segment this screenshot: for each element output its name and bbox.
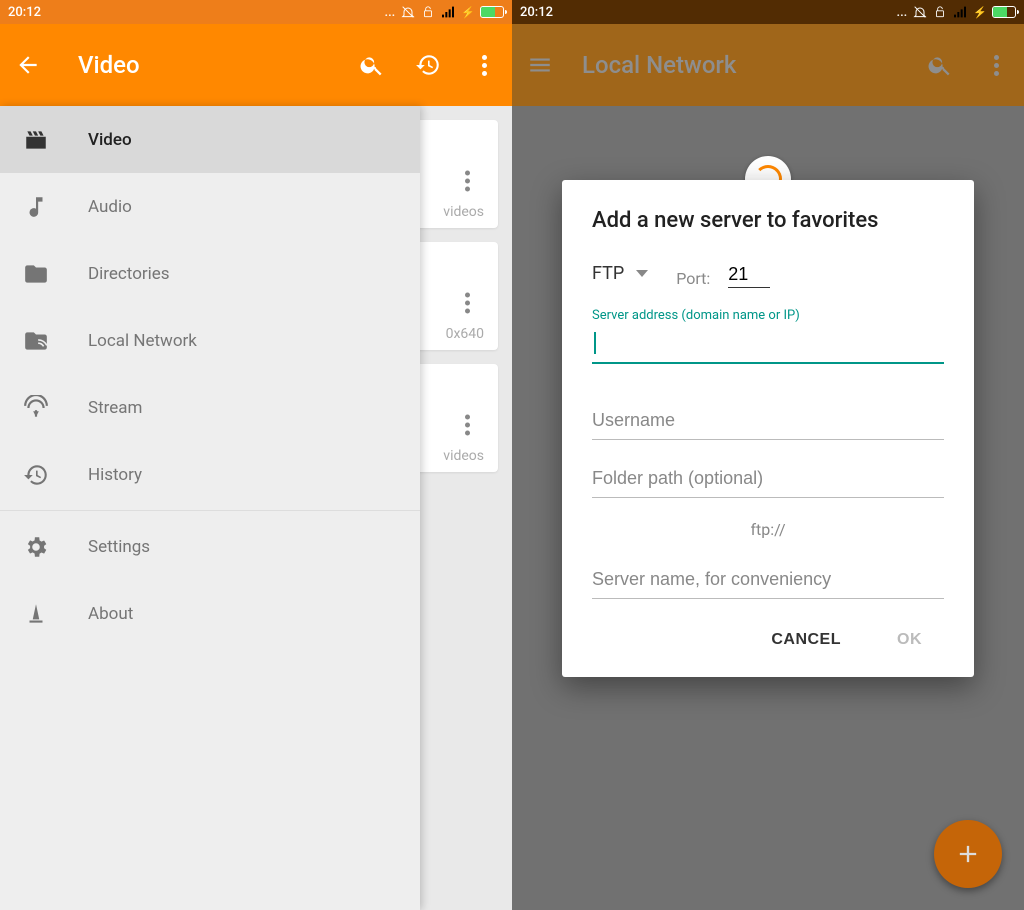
server-name-field[interactable] xyxy=(592,563,944,599)
drawer-label: Video xyxy=(88,130,132,150)
overflow-button[interactable] xyxy=(470,51,498,79)
url-preview: ftp:// xyxy=(592,520,944,539)
username-field[interactable] xyxy=(592,404,944,440)
drawer-label: Audio xyxy=(88,197,132,217)
history-icon xyxy=(22,461,50,489)
drawer-item-audio[interactable]: Audio xyxy=(0,173,420,240)
status-time: 20:12 xyxy=(520,5,553,20)
add-server-dialog: Add a new server to favorites FTP Port: … xyxy=(562,180,974,677)
add-fab[interactable] xyxy=(934,820,1002,888)
cancel-button[interactable]: CANCEL xyxy=(767,621,845,659)
server-address-label: Server address (domain name or IP) xyxy=(592,308,944,323)
overflow-button[interactable] xyxy=(982,51,1010,79)
search-button[interactable] xyxy=(926,51,954,79)
stream-icon xyxy=(22,394,50,422)
menu-button[interactable] xyxy=(526,51,554,79)
screen-video: 20:12 ... ⚡ Video videos xyxy=(0,0,512,910)
lock-icon xyxy=(933,5,947,19)
appbar-title: Video xyxy=(78,51,330,79)
server-address-field[interactable]: Server address (domain name or IP) xyxy=(592,308,944,364)
drawer-item-local-network[interactable]: Local Network xyxy=(0,307,420,374)
folder-field[interactable] xyxy=(592,462,944,498)
gear-icon xyxy=(22,533,50,561)
status-time: 20:12 xyxy=(8,5,41,20)
drawer-item-stream[interactable]: Stream xyxy=(0,374,420,441)
status-icons: ... ⚡ xyxy=(384,4,504,20)
status-dots: ... xyxy=(896,5,907,20)
lock-icon xyxy=(421,5,435,19)
drawer-label: Directories xyxy=(88,264,170,284)
appbar-left: Video xyxy=(0,24,512,106)
card-label: videos xyxy=(443,448,484,464)
network-folder-icon xyxy=(22,327,50,355)
server-address-input[interactable] xyxy=(592,327,944,364)
clapper-icon xyxy=(22,126,50,154)
drawer-item-video[interactable]: Video xyxy=(0,106,420,173)
dialog-title: Add a new server to favorites xyxy=(592,208,944,233)
protocol-value: FTP xyxy=(592,263,624,284)
protocol-row: FTP Port: xyxy=(592,263,944,288)
battery-icon xyxy=(480,6,504,18)
signal-icon xyxy=(952,4,968,20)
card-overflow[interactable] xyxy=(465,401,470,436)
drawer-label: History xyxy=(88,465,142,485)
signal-icon xyxy=(440,4,456,20)
card-label: 0x640 xyxy=(446,326,484,342)
charging-icon: ⚡ xyxy=(973,6,987,19)
music-icon xyxy=(22,193,50,221)
statusbar-left: 20:12 ... ⚡ xyxy=(0,0,512,24)
drawer-item-about[interactable]: About xyxy=(0,580,420,647)
drawer-item-settings[interactable]: Settings xyxy=(0,513,420,580)
drawer-label: About xyxy=(88,604,133,624)
status-dots: ... xyxy=(384,5,395,20)
server-name-input[interactable] xyxy=(592,563,944,599)
username-input[interactable] xyxy=(592,404,944,440)
port-label: Port: xyxy=(676,269,710,288)
dialog-actions: CANCEL OK xyxy=(592,621,944,659)
appbar-right: Local Network xyxy=(512,24,1024,106)
protocol-dropdown[interactable]: FTP xyxy=(592,263,648,288)
nav-drawer: Video Audio Directories Local Network St… xyxy=(0,106,420,910)
drawer-item-directories[interactable]: Directories xyxy=(0,240,420,307)
drawer-divider xyxy=(0,510,420,511)
alarm-off-icon xyxy=(912,4,928,20)
back-button[interactable] xyxy=(14,51,42,79)
chevron-down-icon xyxy=(636,270,648,277)
drawer-label: Stream xyxy=(88,398,142,418)
history-button[interactable] xyxy=(414,51,442,79)
vlc-cone-icon xyxy=(22,600,50,628)
card-overflow[interactable] xyxy=(465,279,470,314)
folder-icon xyxy=(22,260,50,288)
card-label: videos xyxy=(443,204,484,220)
search-button[interactable] xyxy=(358,51,386,79)
folder-input[interactable] xyxy=(592,462,944,498)
screen-local-network: 20:12 ... ⚡ Local Network Add a new serv… xyxy=(512,0,1024,910)
port-input[interactable] xyxy=(728,264,770,288)
charging-icon: ⚡ xyxy=(461,6,475,19)
statusbar-right: 20:12 ... ⚡ xyxy=(512,0,1024,24)
appbar-title: Local Network xyxy=(582,51,898,79)
drawer-label: Local Network xyxy=(88,331,197,351)
drawer-item-history[interactable]: History xyxy=(0,441,420,508)
drawer-label: Settings xyxy=(88,537,150,557)
ok-button[interactable]: OK xyxy=(893,621,926,659)
battery-icon xyxy=(992,6,1016,18)
text-cursor xyxy=(594,332,596,354)
alarm-off-icon xyxy=(400,4,416,20)
status-icons: ... ⚡ xyxy=(896,4,1016,20)
card-overflow[interactable] xyxy=(465,157,470,192)
